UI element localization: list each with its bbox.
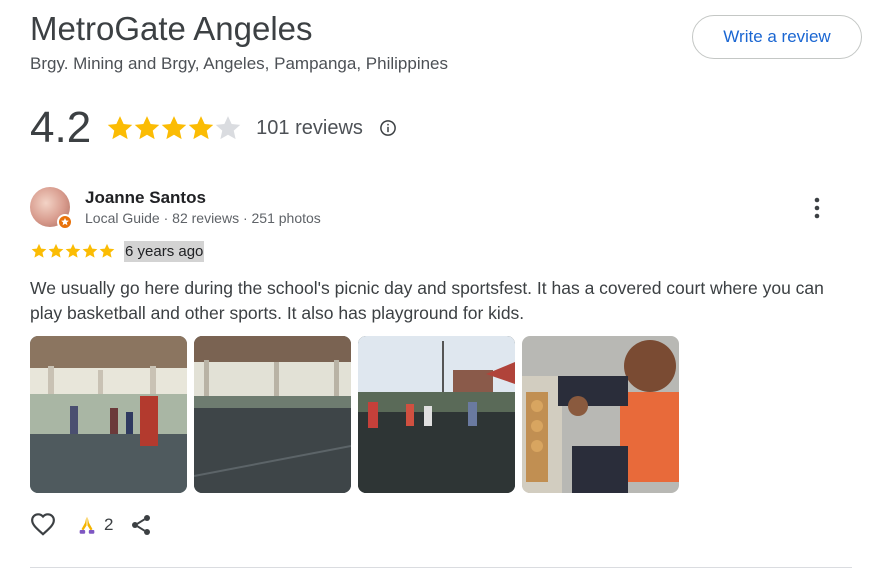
star-icon (161, 116, 187, 140)
review-photo-outdoor-kids[interactable] (358, 336, 515, 493)
reviewer-meta: Local Guide · 82 reviews · 251 photos (85, 210, 321, 226)
place-title: MetroGate Angeles (30, 10, 313, 47)
review-photo-boy-eating[interactable] (522, 336, 679, 493)
reaction-count: 2 (104, 515, 114, 534)
praying-hands-icon (79, 516, 95, 534)
review-photo-empty-court[interactable] (194, 336, 351, 493)
star-icon (48, 243, 64, 258)
star-icon (99, 243, 115, 258)
rating-value: 4.2 (30, 103, 92, 152)
star-icon (31, 243, 47, 258)
reviewer-name[interactable]: Joanne Santos (85, 188, 206, 208)
reaction-button[interactable]: 2 (76, 514, 113, 536)
avatar[interactable] (30, 187, 73, 230)
review-photo-covered-court[interactable] (30, 336, 187, 493)
review-count[interactable]: 101 reviews (256, 117, 363, 140)
more-vert-icon[interactable] (806, 196, 828, 220)
review-date: 6 years ago (124, 241, 205, 262)
review-text: We usually go here during the school's p… (30, 278, 824, 323)
divider (30, 567, 852, 568)
star-icon (65, 243, 81, 258)
star-icon (82, 243, 98, 258)
local-guide-badge-icon (57, 214, 73, 230)
review-actions: 2 (30, 512, 153, 538)
write-review-button[interactable]: Write a review (692, 15, 862, 59)
info-icon[interactable] (379, 119, 397, 137)
place-address: Brgy. Mining and Brgy, Angeles, Pampanga… (30, 54, 449, 73)
star-empty-icon (215, 116, 241, 140)
rating-summary: 4.2 101 reviews (30, 98, 397, 158)
star-icon (107, 116, 133, 140)
share-icon[interactable] (129, 513, 153, 537)
rating-stars (105, 113, 241, 143)
heart-icon[interactable] (30, 512, 56, 538)
review-stars (30, 242, 115, 260)
star-icon (188, 116, 214, 140)
star-icon (134, 116, 160, 140)
